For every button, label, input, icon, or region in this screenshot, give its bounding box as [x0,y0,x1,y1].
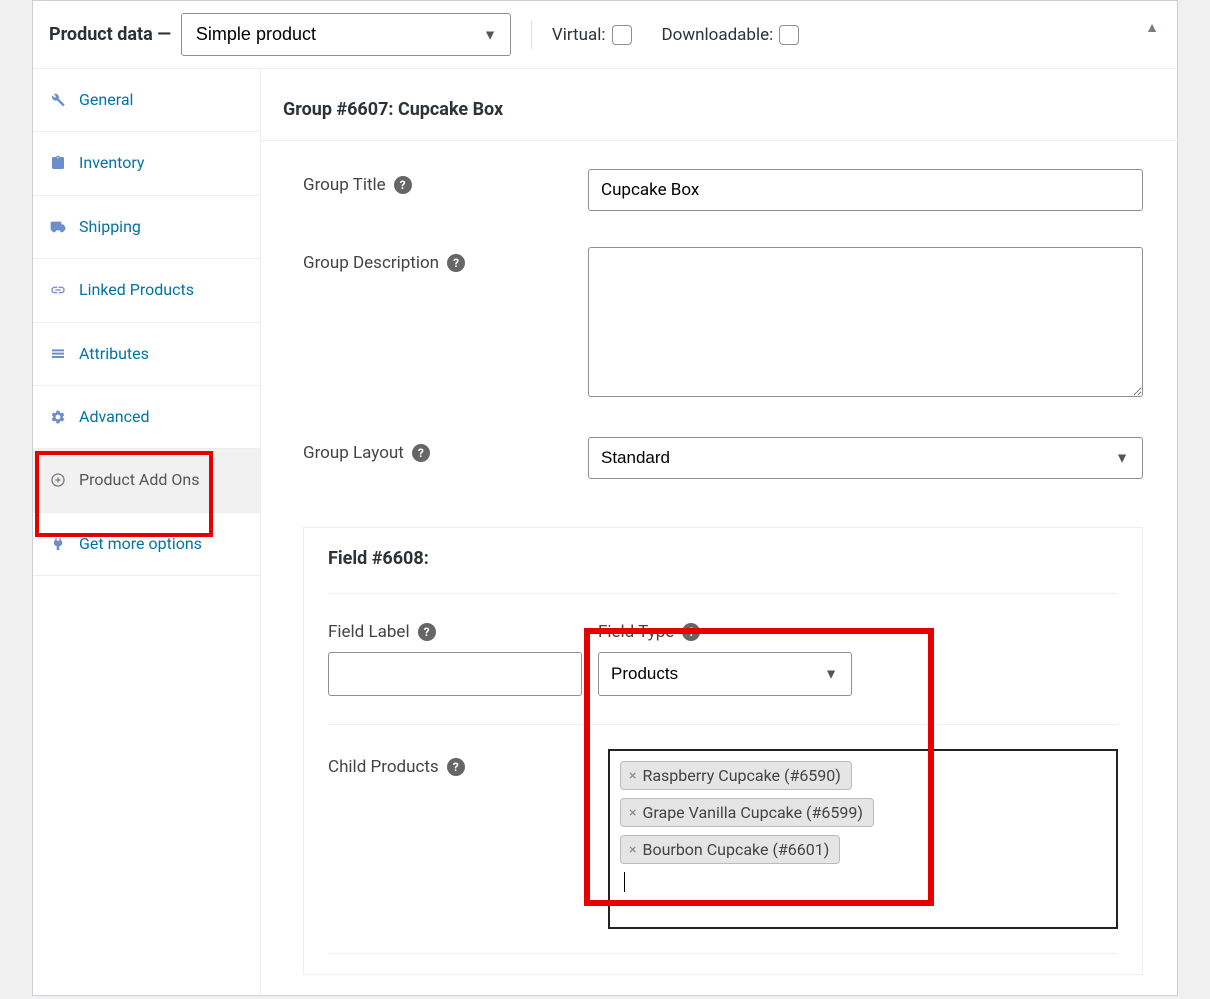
panel-title: Product data — [49,24,171,45]
field-panel: Field #6608: Field Label ? Field Type ? [303,527,1143,975]
help-icon[interactable]: ? [447,758,465,776]
group-title-input[interactable] [588,169,1143,211]
link-icon [49,281,67,299]
panel-header: Product data — Simple product ▼ Virtual:… [33,1,1177,69]
virtual-text: Virtual: [552,25,606,45]
list-icon [49,345,67,363]
divider [531,21,532,49]
product-tag[interactable]: × Raspberry Cupcake (#6590) [620,761,852,790]
field-type-column: Field Type ? Products ▼ [598,622,852,696]
downloadable-text: Downloadable: [662,25,774,45]
truck-icon [49,218,67,236]
product-tag[interactable]: × Grape Vanilla Cupcake (#6599) [620,798,874,827]
downloadable-checkbox[interactable] [779,25,799,45]
help-icon[interactable]: ? [447,254,465,272]
field-label-input[interactable] [328,652,582,696]
remove-tag-icon[interactable]: × [629,768,636,784]
sidebar-item-product-add-ons[interactable]: Product Add Ons [33,449,260,512]
clipboard-icon [49,154,67,172]
sidebar-item-label: Get more options [79,533,202,555]
wrench-icon [49,91,67,109]
tag-label: Bourbon Cupcake (#6601) [642,840,829,859]
product-type-select[interactable]: Simple product [181,13,511,56]
group-description-label: Group Description ? [303,247,588,273]
field-type-select[interactable]: Products [598,652,852,696]
group-description-textarea[interactable] [588,247,1143,397]
virtual-checkbox[interactable] [612,25,632,45]
help-icon[interactable]: ? [418,623,436,641]
text-cursor [624,872,625,892]
sidebar-item-label: Attributes [79,343,149,365]
group-title-row: Group Title ? [303,151,1143,229]
group-heading: Group #6607: Cupcake Box [261,69,1183,141]
sidebar-item-attributes[interactable]: Attributes [33,323,260,386]
virtual-label[interactable]: Virtual: [552,25,632,45]
sidebar-item-shipping[interactable]: Shipping [33,196,260,259]
sidebar-item-label: Linked Products [79,279,194,301]
help-icon[interactable]: ? [682,623,700,641]
child-products-label: Child Products ? [328,749,598,777]
group-description-row: Group Description ? [303,229,1143,419]
help-icon[interactable]: ? [394,176,412,194]
gear-icon [49,408,67,426]
help-icon[interactable]: ? [412,444,430,462]
sidebar-item-linked-products[interactable]: Linked Products [33,259,260,322]
product-tag[interactable]: × Bourbon Cupcake (#6601) [620,835,840,864]
sidebar-item-label: Advanced [79,406,150,428]
downloadable-label[interactable]: Downloadable: [662,25,800,45]
tag-label: Raspberry Cupcake (#6590) [642,766,840,785]
sidebar-item-advanced[interactable]: Advanced [33,386,260,449]
sidebar-item-label: Shipping [79,216,141,238]
group-layout-row: Group Layout ? Standard ▼ [303,419,1143,497]
child-products-row: Child Products ? × Raspberry Cupcake (#6… [328,725,1118,954]
collapse-toggle-icon[interactable]: ▲ [1145,19,1159,36]
field-label-column: Field Label ? [328,622,582,696]
child-products-input[interactable]: × Raspberry Cupcake (#6590) × Grape Vani… [608,749,1118,929]
group-layout-label: Group Layout ? [303,437,588,463]
sidebar-item-label: Inventory [79,152,145,174]
sidebar-item-label: Product Add Ons [79,469,199,491]
sidebar-item-get-more-options[interactable]: Get more options [33,513,260,576]
sidebar: General Inventory Shipping Linked Produc… [33,69,261,995]
sidebar-item-general[interactable]: General [33,69,260,132]
field-definition-row: Field Label ? Field Type ? Products ▼ [328,594,1118,725]
plug-icon [49,535,67,553]
group-layout-select[interactable]: Standard [588,437,1143,479]
sidebar-item-label: General [79,89,133,111]
field-label-label: Field Label ? [328,622,582,642]
field-heading: Field #6608: [328,548,1118,594]
plus-circle-icon [49,471,67,489]
group-title-label: Group Title ? [303,169,588,195]
sidebar-item-inventory[interactable]: Inventory [33,132,260,195]
main-content: Group #6607: Cupcake Box Group Title ? G… [261,69,1183,995]
remove-tag-icon[interactable]: × [629,842,636,858]
tag-label: Grape Vanilla Cupcake (#6599) [642,803,862,822]
remove-tag-icon[interactable]: × [629,805,636,821]
field-type-label: Field Type ? [598,622,852,642]
product-data-panel: Product data — Simple product ▼ Virtual:… [32,0,1178,996]
